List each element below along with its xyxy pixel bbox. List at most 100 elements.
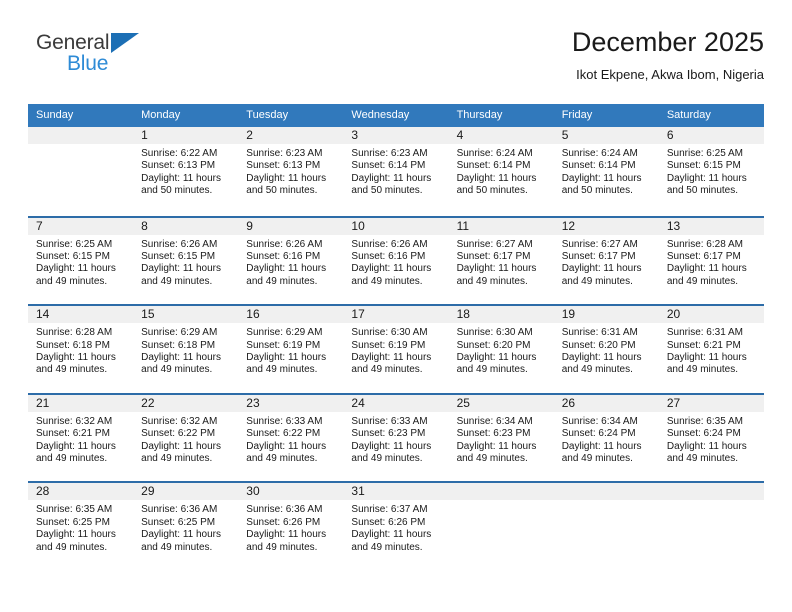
day-cell[interactable]: 26 Sunrise: 6:34 AM Sunset: 6:24 PM Dayligh… [553, 394, 659, 482]
daylight-text-line2: and 50 minutes. [666, 185, 739, 197]
day-cell[interactable]: 15 Sunrise: 6:29 AM Sunset: 6:18 PM Dayligh… [133, 306, 239, 393]
day-cell[interactable]: 28 Sunrise: 6:35 AM Sunset: 6:25 PM Dayligh… [28, 483, 134, 570]
daylight-text-line2: and 49 minutes. [141, 453, 213, 464]
day-number: 23 [246, 395, 260, 410]
day-cell[interactable]: 25 Sunrise: 6:34 AM Sunset: 6:23 PM Dayligh… [448, 394, 554, 482]
sunset-text: Sunset: 6:25 PM [36, 516, 110, 528]
day-number-band: 17 [343, 306, 449, 324]
day-cell[interactable]: 27 Sunrise: 6:35 AM Sunset: 6:24 PM Dayligh… [658, 394, 764, 482]
day-cell[interactable]: 8 Sunrise: 6:26 AM Sunset: 6:15 PM Daylight… [133, 217, 239, 305]
daylight-text-line2: and 49 minutes. [666, 275, 739, 287]
day-cell[interactable]: 9 Sunrise: 6:26 AM Sunset: 6:16 PM Daylight… [238, 217, 344, 305]
daylight-text-line1: Daylight: 11 hours [666, 352, 747, 363]
calendar-table: Sunday Monday Tuesday Wednesday Thursday Frid… [28, 104, 764, 570]
day-details: Sunrise: 6:37 AM Sunset: 6:26 PM Daylight:… [343, 500, 448, 554]
day-cell[interactable]: 21 Sunrise: 6:32 AM Sunset: 6:21 PM Dayligh… [28, 394, 134, 482]
day-number-band: 23 [238, 394, 344, 412]
sunrise-text: Sunrise: 6:36 AM [141, 504, 218, 516]
day-cell[interactable]: 23 Sunrise: 6:33 AM Sunset: 6:22 PM Dayligh… [238, 394, 344, 482]
day-number-band: 19 [553, 306, 659, 324]
day-cell[interactable]: 24 Sunrise: 6:33 AM Sunset: 6:23 PM Dayligh… [343, 394, 449, 482]
calendar-week-row: 21 Sunrise: 6:32 AM Sunset: 6:21 PM Dayligh… [28, 392, 764, 482]
sunset-text: Sunset: 6:22 PM [141, 428, 216, 440]
day-cell[interactable]: 18 Sunrise: 6:30 AM Sunset: 6:20 PM Dayligh… [448, 306, 554, 393]
day-cell[interactable]: 16 Sunrise: 6:29 AM Sunset: 6:19 PM Dayligh… [238, 306, 344, 393]
day-cell[interactable]: 3 Sunrise: 6:23 AM Sunset: 6:14 PM Daylight… [343, 127, 449, 216]
sunset-text: Sunset: 6:24 PM [666, 428, 741, 440]
day-details: Sunrise: 6:23 AM Sunset: 6:13 PM Daylight:… [238, 144, 343, 198]
day-number: 27 [666, 395, 681, 410]
day-number-band: 11 [448, 217, 554, 235]
day-number: 11 [456, 218, 470, 233]
daylight-text-line1: Daylight: 11 hours [246, 440, 327, 452]
day-cell[interactable]: 29 Sunrise: 6:36 AM Sunset: 6:25 PM Dayligh… [133, 483, 239, 570]
day-cell[interactable]: 12 Sunrise: 6:27 AM Sunset: 6:17 PM Dayligh… [553, 217, 659, 305]
sunrise-text: Sunrise: 6:34 AM [456, 415, 533, 427]
daylight-text-line2: and 49 minutes. [666, 453, 739, 464]
day-cell-empty [553, 483, 659, 570]
day-number-band: 7 [28, 217, 134, 235]
calendar-page: General Blue December 2025 Ikot Ekpene, … [0, 0, 792, 612]
day-details: Sunrise: 6:35 AM Sunset: 6:24 PM Daylight:… [659, 412, 764, 466]
weekday-header-thursday: Thursday [456, 109, 503, 121]
day-cell-empty [658, 483, 764, 570]
day-details: Sunrise: 6:33 AM Sunset: 6:23 PM Daylight:… [343, 412, 448, 466]
sunrise-text: Sunrise: 6:37 AM [351, 504, 428, 516]
daylight-text-line2: and 49 minutes. [141, 275, 213, 287]
daylight-text-line2: and 49 minutes. [36, 453, 108, 464]
day-number: 30 [246, 484, 260, 499]
day-cell[interactable]: 19 Sunrise: 6:31 AM Sunset: 6:20 PM Dayligh… [553, 306, 659, 393]
day-cell[interactable]: 7 Sunrise: 6:25 AM Sunset: 6:15 PM Daylight… [28, 217, 134, 305]
day-cell[interactable]: 11 Sunrise: 6:27 AM Sunset: 6:17 PM Dayligh… [448, 217, 554, 305]
day-cell[interactable]: 1 Sunrise: 6:22 AM Sunset: 6:13 PM Daylight… [133, 127, 239, 216]
sunrise-text: Sunrise: 6:26 AM [141, 238, 218, 250]
day-number: 18 [456, 307, 470, 322]
day-cell[interactable]: 30 Sunrise: 6:36 AM Sunset: 6:26 PM Dayligh… [238, 483, 344, 570]
day-number-band: 29 [133, 483, 239, 501]
daylight-text-line1: Daylight: 11 hours [351, 172, 432, 184]
day-number: 8 [141, 218, 148, 233]
day-number-band: 25 [448, 394, 554, 412]
day-cell[interactable]: 10 Sunrise: 6:26 AM Sunset: 6:16 PM Dayligh… [343, 217, 449, 305]
day-cell[interactable]: 13 Sunrise: 6:28 AM Sunset: 6:17 PM Dayligh… [658, 217, 764, 305]
page-subtitle: Ikot Ekpene, Akwa Ibom, Nigeria [576, 67, 764, 83]
daylight-text-line1: Daylight: 11 hours [561, 263, 642, 275]
calendar-week-row: 1 Sunrise: 6:22 AM Sunset: 6:13 PM Daylight… [28, 127, 764, 216]
daylight-text-line2: and 49 minutes. [351, 541, 423, 553]
day-cell[interactable]: 5 Sunrise: 6:24 AM Sunset: 6:14 PM Daylight… [553, 127, 659, 216]
day-number: 4 [456, 128, 464, 142]
day-details: Sunrise: 6:25 AM Sunset: 6:15 PM Daylight:… [28, 235, 133, 289]
daylight-text-line2: and 50 minutes. [246, 185, 318, 197]
sunrise-text: Sunrise: 6:30 AM [456, 327, 533, 339]
sunrise-text: Sunrise: 6:22 AM [141, 148, 218, 159]
sunrise-text: Sunrise: 6:35 AM [666, 415, 743, 427]
daylight-text-line1: Daylight: 11 hours [666, 440, 747, 452]
sunrise-text: Sunrise: 6:28 AM [666, 238, 743, 250]
day-details: Sunrise: 6:34 AM Sunset: 6:24 PM Daylight:… [554, 412, 659, 466]
daylight-text-line1: Daylight: 11 hours [246, 529, 327, 541]
day-number-band: 2 [238, 127, 344, 144]
day-number: 21 [36, 395, 50, 410]
day-details: Sunrise: 6:32 AM Sunset: 6:22 PM Daylight:… [133, 412, 238, 466]
day-cell[interactable]: 20 Sunrise: 6:31 AM Sunset: 6:21 PM Dayligh… [658, 306, 764, 393]
sunset-text: Sunset: 6:18 PM [36, 339, 110, 351]
daylight-text-line1: Daylight: 11 hours [456, 352, 537, 363]
day-cell[interactable]: 2 Sunrise: 6:23 AM Sunset: 6:13 PM Daylight… [238, 127, 344, 216]
day-number-band: 12 [553, 217, 659, 235]
sunset-text: Sunset: 6:17 PM [561, 251, 636, 262]
day-cell[interactable]: 31 Sunrise: 6:37 AM Sunset: 6:26 PM Dayligh… [343, 483, 449, 570]
sunset-text: Sunset: 6:17 PM [666, 251, 741, 262]
daylight-text-line1: Daylight: 11 hours [36, 352, 116, 363]
day-details: Sunrise: 6:24 AM Sunset: 6:14 PM Daylight:… [554, 144, 659, 198]
day-cell[interactable]: 4 Sunrise: 6:24 AM Sunset: 6:14 PM Daylight… [448, 127, 554, 216]
daylight-text-line2: and 49 minutes. [36, 275, 108, 287]
logo-text-blue: Blue [67, 52, 109, 75]
day-cell[interactable]: 17 Sunrise: 6:30 AM Sunset: 6:19 PM Dayligh… [343, 306, 449, 393]
daylight-text-line1: Daylight: 11 hours [351, 263, 432, 275]
daylight-text-line2: and 49 minutes. [36, 364, 108, 376]
day-cell[interactable]: 22 Sunrise: 6:32 AM Sunset: 6:22 PM Dayligh… [133, 394, 239, 482]
sunrise-text: Sunrise: 6:32 AM [141, 415, 218, 427]
sunset-text: Sunset: 6:15 PM [36, 251, 110, 262]
day-cell[interactable]: 6 Sunrise: 6:25 AM Sunset: 6:15 PM Daylight… [658, 127, 764, 216]
day-cell[interactable]: 14 Sunrise: 6:28 AM Sunset: 6:18 PM Dayligh… [28, 306, 134, 393]
